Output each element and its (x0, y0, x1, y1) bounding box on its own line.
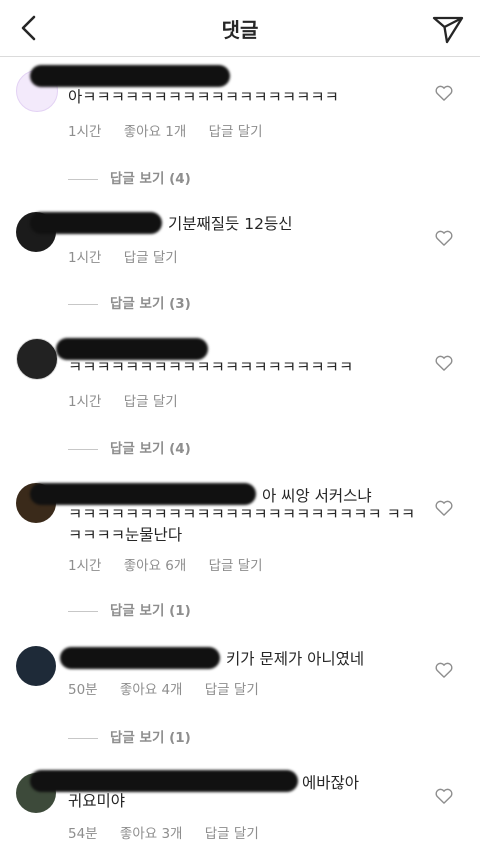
like-heart-icon[interactable] (434, 660, 454, 680)
view-replies-label: 답글 보기 (3) (110, 296, 191, 312)
redacted-username (30, 483, 256, 505)
comment-time: 1시간 (68, 558, 102, 574)
view-replies-button[interactable]: 답글 보기 (4) (68, 437, 191, 457)
view-replies-label: 답글 보기 (4) (110, 441, 191, 457)
top-bar: 댓글 (0, 0, 480, 57)
reply-button[interactable]: 답글 달기 (209, 558, 263, 574)
comment-meta: 1시간 답글 달기 (68, 390, 196, 410)
reply-button[interactable]: 답글 달기 (124, 394, 178, 410)
view-replies-button[interactable]: 답글 보기 (1) (68, 599, 191, 619)
comment-text: 아ㅋㅋㅋㅋㅋㅋㅋㅋㅋㅋㅋㅋㅋㅋㅋㅋㅋㅋ (68, 88, 339, 106)
comment-item: 아 씨앙 서커스냐 ㅋㅋㅋㅋㅋㅋㅋㅋㅋㅋㅋㅋㅋㅋㅋㅋㅋㅋㅋㅋㅋㅋ ㅋㅋㅋㅋㅋㅋ눈… (0, 475, 480, 625)
redacted-username (30, 212, 162, 234)
view-replies-label: 답글 보기 (1) (110, 730, 191, 746)
page-title: 댓글 (221, 18, 259, 42)
comment-meta: 50분 좋아요 4개 답글 달기 (68, 678, 277, 698)
view-replies-button[interactable]: 답글 보기 (4) (68, 167, 191, 187)
like-heart-icon[interactable] (434, 498, 454, 518)
comment-item: 아ㅋㅋㅋㅋㅋㅋㅋㅋㅋㅋㅋㅋㅋㅋㅋㅋㅋㅋ 1시간 좋아요 1개 답글 달기 답글 … (0, 60, 480, 190)
comment-time: 54분 (68, 826, 98, 842)
redacted-username (60, 647, 220, 669)
send-direct-icon[interactable] (430, 10, 466, 46)
divider-line (68, 178, 98, 180)
like-heart-icon[interactable] (434, 228, 454, 248)
reply-button[interactable]: 답글 달기 (209, 124, 263, 140)
view-replies-button[interactable]: 답글 보기 (3) (68, 292, 191, 312)
comment-item: 기분째질듯 12등신 1시간 답글 달기 답글 보기 (3) (0, 200, 480, 315)
redacted-username (30, 65, 230, 87)
reply-button[interactable]: 답글 달기 (205, 826, 259, 842)
like-heart-icon[interactable] (434, 786, 454, 806)
comment-time: 1시간 (68, 124, 102, 140)
comment-time: 50분 (68, 682, 98, 698)
divider-line (68, 737, 98, 739)
comment-meta: 54분 좋아요 3개 답글 달기 (68, 822, 277, 842)
view-replies-label: 답글 보기 (4) (110, 171, 191, 187)
comment-item: ㅋㅋㅋㅋㅋㅋㅋㅋㅋㅋㅋㅋㅋㅋㅋㅋㅋㅋㅋㅋ 1시간 답글 달기 답글 보기 (4) (0, 330, 480, 457)
comment-item: 키가 문제가 아니였네 50분 좋아요 4개 답글 달기 답글 보기 (1) (0, 640, 480, 750)
comment-text: 귀요미야 (68, 792, 126, 810)
comment-text: 기분째질듯 12등신 (168, 215, 293, 233)
view-replies-label: 답글 보기 (1) (110, 603, 191, 619)
comment-likes[interactable]: 좋아요 1개 (124, 124, 187, 140)
comment-item: 에바잖아 귀요미야 54분 좋아요 3개 답글 달기 (0, 765, 480, 844)
comment-time: 1시간 (68, 394, 102, 410)
comment-time: 1시간 (68, 250, 102, 266)
redacted-username (30, 770, 298, 792)
comment-text: ㅋㅋㅋㅋㅋㅋㅋㅋㅋㅋㅋㅋㅋㅋㅋㅋㅋㅋㅋㅋㅋㅋ ㅋㅋㅋㅋㅋㅋ눈물난다 (68, 505, 416, 544)
view-replies-button[interactable]: 답글 보기 (1) (68, 726, 191, 746)
comment-text-inline: 에바잖아 (302, 774, 360, 792)
comment-likes[interactable]: 좋아요 6개 (124, 558, 187, 574)
comment-meta: 1시간 좋아요 6개 답글 달기 (68, 554, 281, 574)
comment-meta: 1시간 답글 달기 (68, 246, 196, 266)
divider-line (68, 303, 98, 305)
comment-likes[interactable]: 좋아요 3개 (120, 826, 183, 842)
like-heart-icon[interactable] (434, 353, 454, 373)
avatar[interactable] (16, 646, 56, 686)
like-heart-icon[interactable] (434, 83, 454, 103)
divider-line (68, 610, 98, 612)
comment-text: 키가 문제가 아니였네 (226, 650, 365, 668)
divider-line (68, 448, 98, 450)
comment-likes[interactable]: 좋아요 4개 (120, 682, 183, 698)
comment-meta: 1시간 좋아요 1개 답글 달기 (68, 120, 281, 140)
comment-text: ㅋㅋㅋㅋㅋㅋㅋㅋㅋㅋㅋㅋㅋㅋㅋㅋㅋㅋㅋㅋ (68, 358, 354, 376)
reply-button[interactable]: 답글 달기 (205, 682, 259, 698)
comment-text-inline: 아 씨앙 서커스냐 (262, 487, 372, 505)
avatar[interactable] (16, 338, 58, 380)
reply-button[interactable]: 답글 달기 (124, 250, 178, 266)
